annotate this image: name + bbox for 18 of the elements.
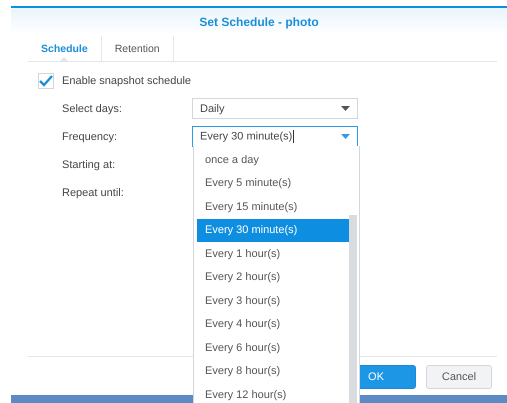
field-label: Select days: [62, 102, 123, 114]
cancel-button[interactable]: Cancel [426, 365, 492, 389]
checkmark-icon [39, 75, 53, 87]
dropdown-option[interactable]: once a day [197, 148, 357, 172]
checkbox[interactable] [38, 73, 54, 89]
dropdown-arrow-icon [341, 106, 350, 111]
tab[interactable]: Retention [102, 36, 174, 61]
field-label: Frequency: [62, 130, 118, 142]
window-title: Set Schedule - photo [199, 15, 319, 29]
select-field[interactable]: Daily [192, 98, 358, 119]
dropdown-arrow-icon [341, 134, 350, 139]
dropdown-option[interactable]: Every 5 minute(s) [197, 172, 357, 195]
field-label: Repeat until: [62, 186, 125, 198]
field-label: Starting at: [62, 158, 116, 170]
checkbox-label: Enable snapshot schedule [62, 75, 192, 87]
dropdown-option[interactable]: Every 15 minute(s) [197, 195, 357, 218]
tab[interactable]: Schedule [28, 36, 102, 61]
scrollbar[interactable] [349, 215, 357, 403]
